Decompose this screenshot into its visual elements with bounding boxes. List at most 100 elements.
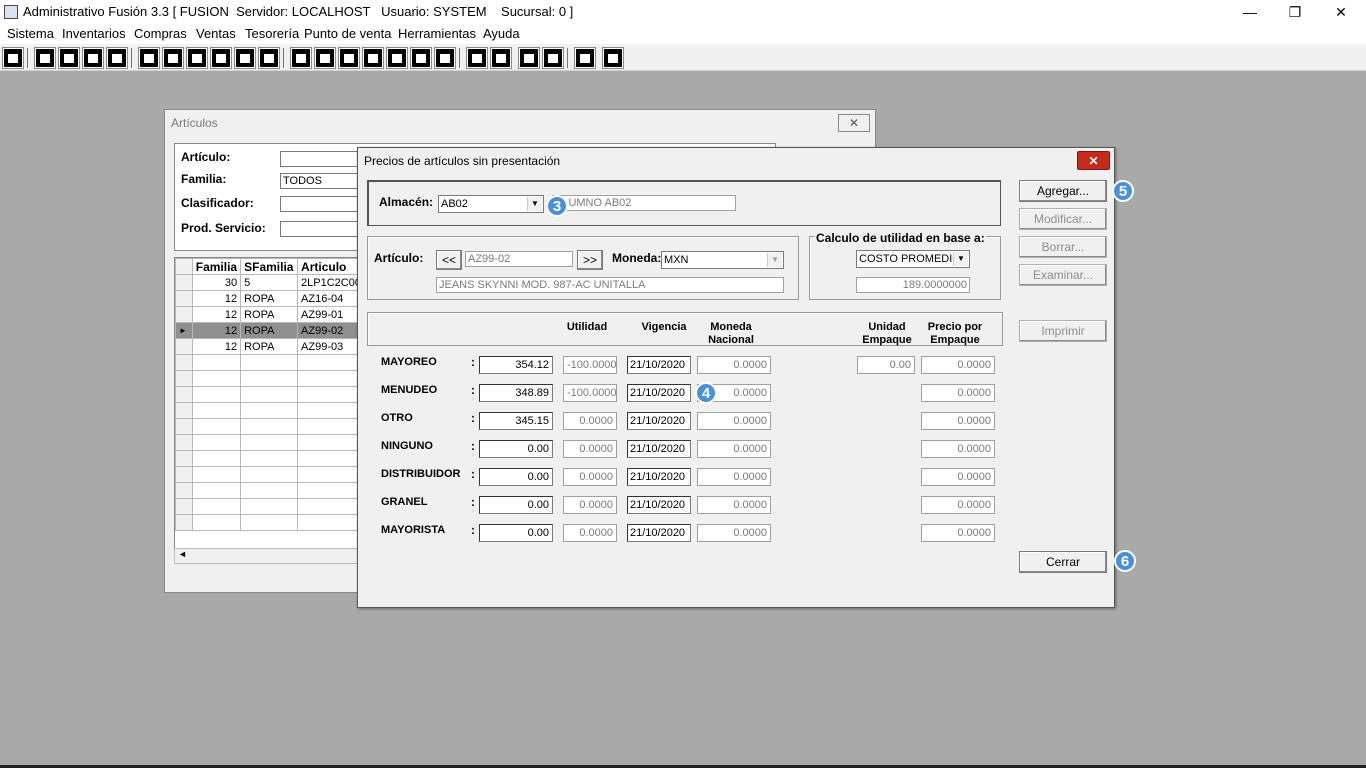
toolbar-window-icon[interactable] [35,48,55,68]
menu-ayuda[interactable]: Ayuda [483,26,520,41]
agregar-button[interactable]: Agregar... [1019,180,1107,202]
modificar-button[interactable]: Modificar... [1019,208,1107,230]
table-row-empty [175,450,365,467]
table-row-empty [175,482,365,499]
vigencia-field[interactable]: 21/10/2020 [627,356,691,374]
prev-articulo-button[interactable]: << [436,250,462,270]
chevron-down-icon[interactable]: ▼ [953,252,968,266]
toolbar-home-icon[interactable] [467,48,487,68]
vigencia-field[interactable]: 21/10/2020 [627,524,691,542]
menu-ventas[interactable]: Ventas [196,26,236,41]
vigencia-field[interactable]: 21/10/2020 [627,412,691,430]
toolbar-calc-icon[interactable] [3,48,23,68]
toolbar-help-icon[interactable] [603,48,623,68]
articulos-grid-hscroll[interactable]: ◄ [174,548,366,564]
close-app-button[interactable]: ✕ [1318,0,1364,24]
borrar-button[interactable]: Borrar... [1019,236,1107,258]
price-input[interactable]: 348.89 [479,384,553,402]
price-input[interactable]: 0.00 [479,468,553,486]
precios-close-icon[interactable]: ✕ [1077,151,1110,170]
toolbar-cart-icon[interactable] [187,48,207,68]
price-input[interactable]: 0.00 [479,524,553,542]
toolbar-document-icon[interactable] [235,48,255,68]
grid-header-sfamilia[interactable]: SFamilia [240,258,299,275]
table-row[interactable]: 12 ROPA AZ99-03 [175,338,365,355]
articulo-label: Artículo: [181,150,231,164]
menu-inventarios[interactable]: Inventarios [62,26,126,41]
moneda-combo[interactable]: MXN ▼ [661,251,784,269]
precio-empaque-field: 0.0000 [921,496,995,514]
grid-header-familia[interactable]: Familia [191,258,242,275]
toolbar-report-icon[interactable] [411,48,431,68]
toolbar-export-icon[interactable] [339,48,359,68]
cell-empty [240,498,299,515]
articulo-search-field[interactable] [280,151,360,167]
toolbar-undo-icon[interactable] [543,48,563,68]
minimize-button[interactable]: — [1227,0,1273,24]
menu-herramientas[interactable]: Herramientas [398,26,476,41]
toolbar-refresh-icon[interactable] [519,48,539,68]
maximize-button[interactable]: ❐ [1272,0,1318,24]
toolbar-box-icon[interactable] [315,48,335,68]
price-input[interactable]: 345.15 [479,412,553,430]
cell-articulo: AZ99-01 [297,306,365,323]
calculo-combo[interactable]: COSTO PROMEDIO ▼ [856,250,970,268]
vigencia-field[interactable]: 21/10/2020 [627,496,691,514]
toolbar-search-icon[interactable] [107,48,127,68]
menu-tesoreria[interactable]: Tesorería [245,26,299,41]
chevron-down-icon[interactable]: ▼ [527,197,542,211]
row-indicator [175,370,193,387]
price-input[interactable]: 0.00 [479,496,553,514]
clasificador-field[interactable] [280,196,360,212]
step-badge-5: 5 [1112,180,1134,202]
table-row[interactable]: 12 ROPA AZ99-01 [175,306,365,323]
almacen-combo[interactable]: AB02 ▼ [438,195,544,213]
prod-servicio-field[interactable] [280,221,360,237]
toolbar-print-icon[interactable] [211,48,231,68]
toolbar-folder-icon[interactable] [163,48,183,68]
toolbar-clipboard-icon[interactable] [59,48,79,68]
moneda-nacional-field: 0.0000 [697,412,771,430]
table-row-empty [175,466,365,483]
table-row-selected[interactable]: ► 12 ROPA AZ99-02 [175,322,365,339]
toolbar-zoom-icon[interactable] [491,48,511,68]
col-header-utilidad: Utilidad [566,321,608,333]
app-title: Administrativo Fusión 3.3 [ FUSION Servi… [23,4,574,19]
toolbar-table-icon[interactable] [435,48,455,68]
next-articulo-button[interactable]: >> [577,250,603,270]
toolbar-transfer-icon[interactable] [83,48,103,68]
row-indicator [175,402,193,419]
table-row[interactable]: 30 5 2LP1C2C00 [175,274,365,291]
familia-field[interactable]: TODOS [280,173,360,189]
toolbar-add-icon[interactable] [363,48,383,68]
vigencia-field[interactable]: 21/10/2020 [627,384,691,402]
cell-empty [191,434,242,451]
price-input[interactable]: 0.00 [479,440,553,458]
toolbar-people-icon[interactable] [291,48,311,68]
toolbar-back-icon[interactable] [575,48,595,68]
chevron-down-icon[interactable]: ▼ [767,253,782,267]
cell-empty [240,354,299,371]
cell-empty [240,370,299,387]
menu-sistema[interactable]: Sistema [7,26,54,41]
vigencia-field[interactable]: 21/10/2020 [627,468,691,486]
precio-empaque-field: 0.0000 [921,524,995,542]
toolbar-user-icon[interactable] [139,48,159,68]
examinar-button[interactable]: Examinar... [1019,264,1107,286]
price-input[interactable]: 354.12 [479,356,553,374]
scroll-left-arrow-icon[interactable]: ◄ [178,549,187,559]
toolbar-dollar-icon[interactable] [387,48,407,68]
menu-punto-de-venta[interactable]: Punto de venta [304,26,391,41]
menu-compras[interactable]: Compras [134,26,187,41]
imprimir-button[interactable]: Imprimir [1019,320,1107,342]
cerrar-button[interactable]: Cerrar [1019,551,1107,573]
cell-empty [191,498,242,515]
utilidad-field: 0.0000 [563,496,617,514]
vigencia-field[interactable]: 21/10/2020 [627,440,691,458]
toolbar-list-icon[interactable] [259,48,279,68]
table-row[interactable]: 12 ROPA AZ16-04 [175,290,365,307]
articulos-close-button[interactable]: ✕ [838,114,870,132]
grid-header-articulo[interactable]: Articulo [297,258,365,275]
almacen-label: Almacén: [379,195,434,209]
step-badge-4: 4 [695,382,717,404]
